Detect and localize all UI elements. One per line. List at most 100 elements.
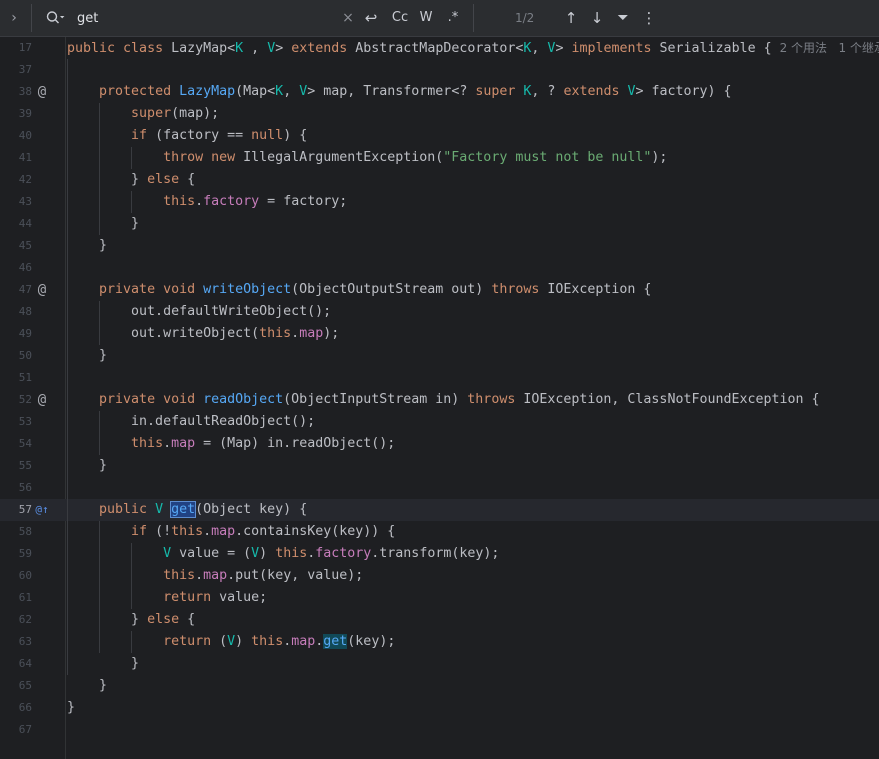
line-number[interactable]: 57 bbox=[8, 499, 32, 521]
line-number[interactable]: 41 bbox=[8, 147, 32, 169]
code-line[interactable]: 47 @ private void writeObject(ObjectOutpu… bbox=[0, 279, 879, 301]
code-line[interactable]: 67 bbox=[0, 719, 879, 741]
line-number[interactable]: 51 bbox=[8, 367, 32, 389]
code-line[interactable]: 42 } else { bbox=[0, 169, 879, 191]
line-number[interactable]: 64 bbox=[8, 653, 32, 675]
code-token: } bbox=[67, 678, 108, 693]
line-number[interactable]: 49 bbox=[8, 323, 32, 345]
line-number[interactable]: 62 bbox=[8, 609, 32, 631]
line-number[interactable]: 53 bbox=[8, 411, 32, 433]
annotation-gutter-icon[interactable]: @ bbox=[34, 83, 50, 101]
match-case-button[interactable]: Cc bbox=[389, 8, 411, 28]
code-line[interactable]: 39 super(map); bbox=[0, 103, 879, 125]
new-line-button[interactable]: ↩ bbox=[361, 8, 381, 28]
code-line[interactable]: 40 if (factory == null) { bbox=[0, 125, 879, 147]
line-number[interactable]: 40 bbox=[8, 125, 32, 147]
line-number[interactable]: 45 bbox=[8, 235, 32, 257]
line-number[interactable]: 61 bbox=[8, 587, 32, 609]
line-number[interactable]: 59 bbox=[8, 543, 32, 565]
next-occurrence-button[interactable]: ↓ bbox=[588, 8, 606, 28]
line-number[interactable]: 67 bbox=[8, 719, 32, 741]
line-number[interactable]: 47 bbox=[8, 279, 32, 301]
code-token: , ? bbox=[531, 84, 564, 99]
usage-hint[interactable]: 2 个用法 1 个继承 bbox=[780, 41, 879, 55]
expand-chevron-icon[interactable]: › bbox=[6, 9, 22, 27]
code-token: .transform(key); bbox=[371, 546, 500, 561]
code-token: . bbox=[163, 436, 172, 451]
line-number[interactable]: 43 bbox=[8, 191, 32, 213]
clear-search-button[interactable]: × bbox=[340, 8, 356, 28]
line-number[interactable]: 58 bbox=[8, 521, 32, 543]
line-number[interactable]: 66 bbox=[8, 697, 32, 719]
line-number[interactable]: 42 bbox=[8, 169, 32, 191]
search-history-icon[interactable] bbox=[46, 10, 66, 26]
code-token: V bbox=[251, 546, 260, 561]
filter-button[interactable]: ⏷ bbox=[614, 8, 632, 28]
overrides-method-icon[interactable]: @↑ bbox=[34, 501, 50, 519]
line-number[interactable]: 39 bbox=[8, 103, 32, 125]
code-token: (Object key) { bbox=[195, 502, 308, 517]
code-line[interactable]: 37 bbox=[0, 59, 879, 81]
code-token: IllegalArgumentException( bbox=[243, 150, 444, 165]
code-token: .containsKey(key)) { bbox=[235, 524, 396, 539]
code-line[interactable]: 53 in.defaultReadObject(); bbox=[0, 411, 879, 433]
code-text: throw new IllegalArgumentException("Fact… bbox=[67, 147, 667, 169]
code-line[interactable]: 50 } bbox=[0, 345, 879, 367]
line-number[interactable]: 55 bbox=[8, 455, 32, 477]
code-editor[interactable]: 17 public class LazyMap<K , V> extends Ab… bbox=[0, 37, 879, 759]
words-button[interactable]: W bbox=[416, 8, 436, 28]
code-token: if bbox=[131, 524, 156, 539]
line-number[interactable]: 17 bbox=[8, 37, 32, 59]
code-line[interactable]: 46 bbox=[0, 257, 879, 279]
code-line[interactable]: 65 } bbox=[0, 675, 879, 697]
more-options-button[interactable]: ⋮ bbox=[640, 8, 658, 28]
annotation-gutter-icon[interactable]: @ bbox=[34, 391, 50, 409]
code-line[interactable]: 51 bbox=[0, 367, 879, 389]
code-line[interactable]: 64 } bbox=[0, 653, 879, 675]
code-token: > bbox=[555, 41, 572, 56]
line-number[interactable]: 63 bbox=[8, 631, 32, 653]
line-number[interactable]: 65 bbox=[8, 675, 32, 697]
line-number[interactable]: 50 bbox=[8, 345, 32, 367]
code-token: this bbox=[163, 568, 196, 583]
match-counter: 1/2 bbox=[515, 11, 535, 25]
code-text: this.factory = factory; bbox=[67, 191, 347, 213]
line-number[interactable]: 54 bbox=[8, 433, 32, 455]
search-input[interactable] bbox=[77, 8, 327, 28]
code-token: "Factory must not be null" bbox=[443, 150, 652, 165]
code-token: protected bbox=[99, 84, 180, 99]
code-line[interactable]: 62 } else { bbox=[0, 609, 879, 631]
code-line[interactable]: 45 } bbox=[0, 235, 879, 257]
code-line[interactable]: 49 out.writeObject(this.map); bbox=[0, 323, 879, 345]
line-number[interactable]: 52 bbox=[8, 389, 32, 411]
code-line[interactable]: 55 } bbox=[0, 455, 879, 477]
code-line[interactable]: 54 this.map = (Map) in.readObject(); bbox=[0, 433, 879, 455]
line-number[interactable]: 56 bbox=[8, 477, 32, 499]
code-line[interactable]: 56 bbox=[0, 477, 879, 499]
code-line[interactable]: 17 public class LazyMap<K , V> extends Ab… bbox=[0, 37, 879, 59]
previous-occurrence-button[interactable]: ↑ bbox=[562, 8, 580, 28]
indent-guide bbox=[99, 301, 100, 345]
line-number[interactable]: 37 bbox=[8, 59, 32, 81]
code-token: this bbox=[259, 326, 292, 341]
code-token: public bbox=[67, 41, 124, 56]
code-text: public class LazyMap<K , V> extends Abst… bbox=[67, 37, 879, 60]
line-number[interactable]: 46 bbox=[8, 257, 32, 279]
code-line[interactable]: 52 @ private void readObject(ObjectInputS… bbox=[0, 389, 879, 411]
code-line[interactable]: 48 out.defaultWriteObject(); bbox=[0, 301, 879, 323]
code-line[interactable]: 38 @ protected LazyMap(Map<K, V > map, Tra… bbox=[0, 81, 879, 103]
line-number[interactable]: 48 bbox=[8, 301, 32, 323]
code-text: } bbox=[67, 455, 107, 477]
line-number[interactable]: 38 bbox=[8, 81, 32, 103]
code-line[interactable]: 66} bbox=[0, 697, 879, 719]
code-line[interactable]: 57 @↑ public V get(Object key) { bbox=[0, 499, 879, 521]
code-line[interactable]: 44 } bbox=[0, 213, 879, 235]
regex-button[interactable]: .* bbox=[443, 8, 463, 28]
code-line[interactable]: 58 if (!this.map.containsKey(key)) { bbox=[0, 521, 879, 543]
code-text: super(map); bbox=[67, 103, 219, 125]
annotation-gutter-icon[interactable]: @ bbox=[34, 281, 50, 299]
line-number[interactable]: 44 bbox=[8, 213, 32, 235]
line-number[interactable]: 60 bbox=[8, 565, 32, 587]
